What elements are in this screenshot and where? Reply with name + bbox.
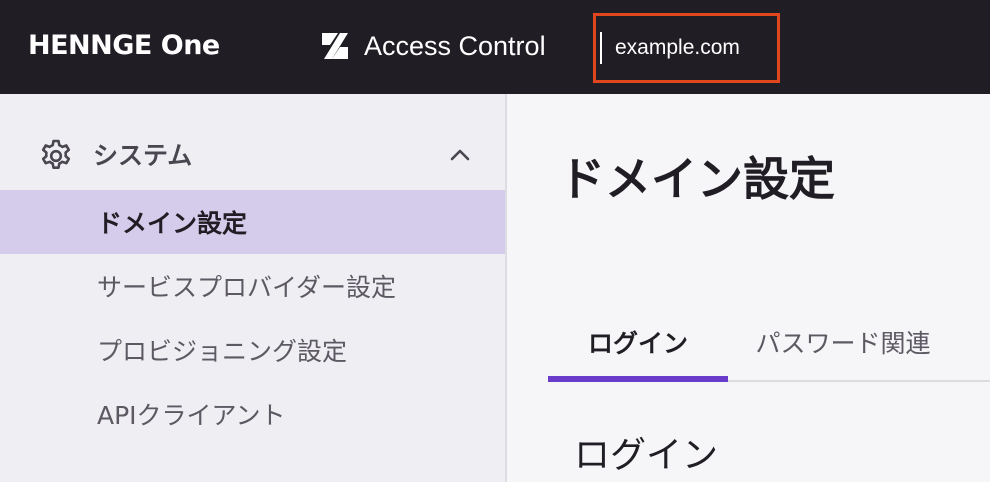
tab-label: パスワード関連 bbox=[755, 329, 931, 358]
sidebar-item-provisioning-settings[interactable]: プロビジョニング設定 bbox=[0, 318, 505, 382]
sidebar-item-domain-settings[interactable]: ドメイン設定 bbox=[0, 190, 505, 254]
sidebar: システム ドメイン設定 サービスプロバイダー設定 プロビジョニング設定 APIク… bbox=[0, 94, 507, 482]
chevron-up-icon[interactable] bbox=[447, 142, 473, 168]
section-title: ログイン bbox=[574, 435, 719, 476]
sidebar-item-api-clients[interactable]: APIクライアント bbox=[0, 382, 505, 446]
product-name: Access Control bbox=[364, 31, 546, 61]
tenant-name[interactable]: example.com bbox=[615, 34, 740, 62]
tab-login[interactable]: ログイン bbox=[548, 304, 728, 382]
tenant-divider bbox=[600, 32, 602, 64]
tab-bar: ログイン パスワード関連 bbox=[548, 304, 990, 382]
tab-label: ログイン bbox=[587, 329, 688, 358]
active-tab-indicator bbox=[548, 376, 728, 382]
page-title: ドメイン設定 bbox=[559, 152, 835, 206]
sidebar-section-system[interactable]: システム bbox=[0, 132, 505, 180]
product-logo-icon bbox=[322, 33, 348, 59]
main-content: ドメイン設定 ログイン パスワード関連 ログイン bbox=[507, 94, 990, 482]
sidebar-section-label: システム bbox=[93, 141, 193, 170]
tab-password[interactable]: パスワード関連 bbox=[728, 304, 958, 380]
gear-icon bbox=[41, 139, 71, 169]
tenant-highlight-box: example.com bbox=[593, 13, 780, 83]
top-bar: HENNGE One Access Control example.com bbox=[0, 0, 990, 94]
sidebar-item-service-provider-settings[interactable]: サービスプロバイダー設定 bbox=[0, 254, 505, 318]
brand-logo[interactable]: HENNGE One bbox=[28, 29, 220, 63]
